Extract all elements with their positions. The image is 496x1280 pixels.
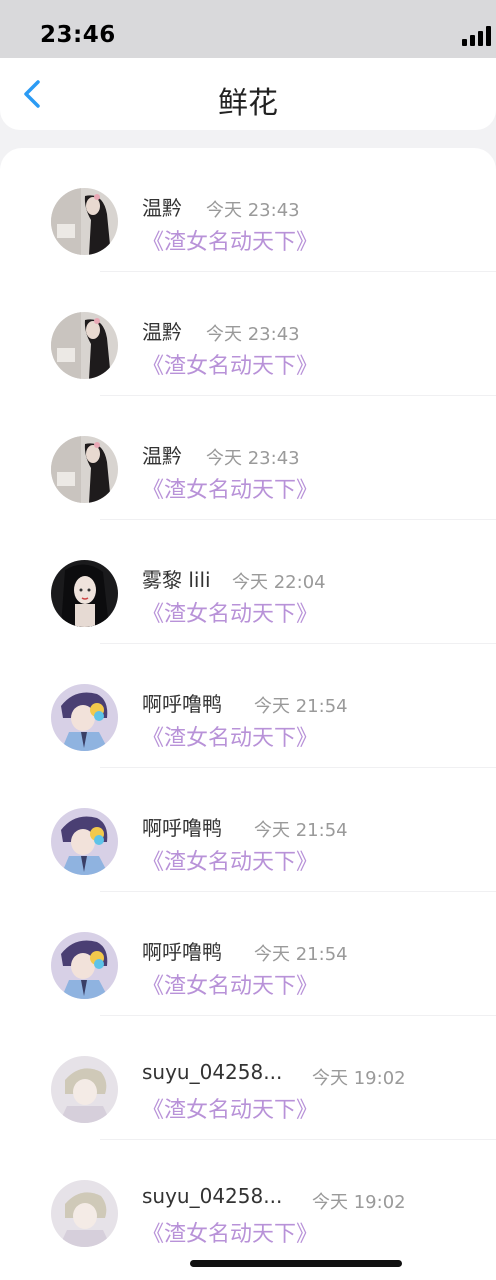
timestamp: 今天 19:02	[312, 1192, 406, 1213]
navigation-bar: 鲜花	[0, 58, 496, 130]
timestamp: 今天 21:54	[254, 944, 348, 965]
list-item[interactable]: 啊呼噜鸭 今天 21:54 《渣女名动天下》	[0, 644, 496, 768]
avatar[interactable]	[51, 1180, 118, 1247]
avatar[interactable]	[51, 560, 118, 627]
user-avatar-image	[51, 1056, 118, 1123]
user-name[interactable]: 温黔	[142, 440, 182, 469]
user-avatar-image	[51, 932, 118, 999]
user-avatar-image	[51, 436, 118, 503]
avatar[interactable]	[51, 684, 118, 751]
timestamp: 今天 21:54	[254, 696, 348, 717]
user-avatar-image	[51, 684, 118, 751]
timestamp: 今天 19:02	[312, 1068, 406, 1089]
avatar[interactable]	[51, 436, 118, 503]
timestamp: 今天 23:43	[206, 448, 300, 469]
user-name[interactable]: 啊呼噜鸭	[142, 812, 222, 841]
novel-link[interactable]: 《渣女名动天下》	[142, 348, 318, 380]
list-item[interactable]: 啊呼噜鸭 今天 21:54 《渣女名动天下》	[0, 892, 496, 1016]
avatar[interactable]	[51, 188, 118, 255]
timestamp: 今天 21:54	[254, 820, 348, 841]
list-item[interactable]: 温黔 今天 23:43 《渣女名动天下》	[0, 396, 496, 520]
novel-link[interactable]: 《渣女名动天下》	[142, 224, 318, 256]
user-name[interactable]: 啊呼噜鸭	[142, 936, 222, 965]
novel-link[interactable]: 《渣女名动天下》	[142, 720, 318, 752]
timestamp: 今天 23:43	[206, 200, 300, 221]
user-name[interactable]: 啊呼噜鸭	[142, 688, 222, 717]
user-name[interactable]: 温黔	[142, 316, 182, 345]
timestamp: 今天 23:43	[206, 324, 300, 345]
cellular-signal-icon	[462, 26, 491, 46]
user-avatar-image	[51, 1180, 118, 1247]
novel-link[interactable]: 《渣女名动天下》	[142, 472, 318, 504]
list-item[interactable]: suyu_04258... 今天 19:02 《渣女名动天下》	[0, 1016, 496, 1140]
user-avatar-image	[51, 188, 118, 255]
list-item[interactable]: suyu_04258... 今天 19:02 《渣女名动天下》	[0, 1140, 496, 1264]
avatar[interactable]	[51, 1056, 118, 1123]
home-indicator[interactable]	[190, 1260, 402, 1267]
user-avatar-image	[51, 560, 118, 627]
flower-list: 温黔 今天 23:43 《渣女名动天下》 温黔 今天 23:43 《渣女名动天下…	[0, 148, 496, 1280]
user-name[interactable]: suyu_04258...	[142, 1184, 282, 1208]
list-item[interactable]: 啊呼噜鸭 今天 21:54 《渣女名动天下》	[0, 768, 496, 892]
user-name[interactable]: 雾黎 lili	[142, 564, 211, 593]
novel-link[interactable]: 《渣女名动天下》	[142, 1092, 318, 1124]
novel-link[interactable]: 《渣女名动天下》	[142, 844, 318, 876]
novel-link[interactable]: 《渣女名动天下》	[142, 968, 318, 1000]
status-time: 23:46	[40, 22, 116, 48]
user-avatar-image	[51, 312, 118, 379]
list-item[interactable]: 雾黎 lili 今天 22:04 《渣女名动天下》	[0, 520, 496, 644]
novel-link[interactable]: 《渣女名动天下》	[142, 1216, 318, 1248]
status-bar: 23:46	[0, 0, 496, 58]
timestamp: 今天 22:04	[232, 572, 326, 593]
list-item[interactable]: 温黔 今天 23:43 《渣女名动天下》	[0, 272, 496, 396]
novel-link[interactable]: 《渣女名动天下》	[142, 596, 318, 628]
avatar[interactable]	[51, 312, 118, 379]
avatar[interactable]	[51, 932, 118, 999]
list-item[interactable]: 温黔 今天 23:43 《渣女名动天下》	[0, 148, 496, 272]
user-name[interactable]: suyu_04258...	[142, 1060, 282, 1084]
avatar[interactable]	[51, 808, 118, 875]
page-title: 鲜花	[218, 86, 278, 121]
user-name[interactable]: 温黔	[142, 192, 182, 221]
user-avatar-image	[51, 808, 118, 875]
